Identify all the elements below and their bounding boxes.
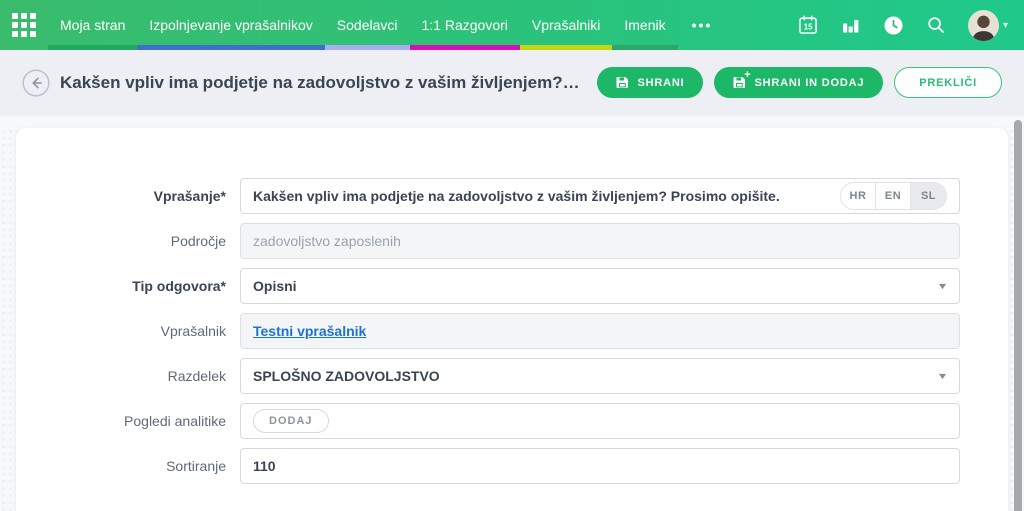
- section-value: SPLOŠNO ZADOVOLJSTVO: [253, 368, 440, 384]
- save-and-add-button-label: SHRANI IN DODAJ: [754, 76, 865, 89]
- question-value: Kakšen vpliv ima podjetje na zadovoljstv…: [253, 188, 780, 204]
- analytics-views-field: DODAJ: [240, 403, 960, 439]
- answer-type-select[interactable]: Opisni ▼: [240, 268, 960, 304]
- section-label: Razdelek: [167, 368, 226, 384]
- save-button-label: SHRANI: [637, 76, 685, 89]
- form-row-sorting: Sortiranje: [16, 448, 1008, 484]
- page-title: Kakšen vpliv ima podjetje na zadovoljstv…: [60, 72, 597, 92]
- answer-type-label: Tip odgovora*: [132, 278, 226, 294]
- question-form-card: Vprašanje* Kakšen vpliv ima podjetje na …: [16, 128, 1008, 511]
- chevron-down-icon: ▾: [1002, 19, 1008, 31]
- nav-item-sodelavci[interactable]: Sodelavci: [324, 0, 410, 50]
- dropdown-caret-icon: ▼: [936, 281, 949, 291]
- questionnaire-field: Testni vprašalnik: [240, 313, 960, 349]
- grid-icon: [12, 13, 36, 37]
- area-label: Področje: [170, 233, 226, 249]
- cancel-button[interactable]: PREKLIČI: [894, 67, 1002, 98]
- nav-more-menu[interactable]: •••: [678, 0, 727, 50]
- section-select[interactable]: SPLOŠNO ZADOVOLJSTVO ▼: [240, 358, 960, 394]
- header-buttons: SHRANI + SHRANI IN DODAJ PREKLIČI: [597, 67, 1002, 98]
- back-button[interactable]: [22, 68, 50, 97]
- nav-item-label: Moja stran: [60, 17, 126, 33]
- dropdown-caret-icon: ▼: [936, 371, 949, 381]
- sorting-input[interactable]: [253, 458, 947, 474]
- vertical-scrollbar[interactable]: [1014, 120, 1022, 511]
- form-row-question: Vprašanje* Kakšen vpliv ima podjetje na …: [16, 178, 1008, 214]
- nav-item-moja-stran[interactable]: Moja stran: [48, 0, 138, 50]
- top-navigation: Moja stran Izpolnjevanje vprašalnikov So…: [0, 0, 1024, 50]
- page-background: Vprašanje* Kakšen vpliv ima podjetje na …: [0, 128, 1024, 511]
- questionnaire-link[interactable]: Testni vprašalnik: [253, 323, 366, 339]
- form-row-answer-type: Tip odgovora* Opisni ▼: [16, 268, 1008, 304]
- form-row-section: Razdelek SPLOŠNO ZADOVOLJSTVO ▼: [16, 358, 1008, 394]
- page-header: Kakšen vpliv ima podjetje na zadovoljstv…: [0, 50, 1024, 115]
- add-analytics-view-button[interactable]: DODAJ: [253, 409, 329, 433]
- nav-item-label: Vprašalniki: [531, 17, 601, 33]
- nav-item-label: Sodelavci: [336, 17, 398, 33]
- area-field: [240, 223, 960, 259]
- nav-item-label: Izpolnjevanje vprašalnikov: [149, 17, 313, 33]
- nav-item-imenik[interactable]: Imenik: [612, 0, 678, 50]
- bar-chart-icon[interactable]: [841, 16, 860, 35]
- lang-tab-en[interactable]: EN: [876, 183, 911, 209]
- nav-item-razgovori[interactable]: 1:1 Razgovori: [409, 0, 520, 50]
- lang-tab-hr[interactable]: HR: [841, 183, 876, 209]
- nav-right-icons: 15 ▾: [798, 0, 1024, 50]
- save-button[interactable]: SHRANI: [597, 67, 704, 98]
- save-and-add-button[interactable]: + SHRANI IN DODAJ: [714, 67, 884, 98]
- form-row-questionnaire: Vprašalnik Testni vprašalnik: [16, 313, 1008, 349]
- nav-items: Moja stran Izpolnjevanje vprašalnikov So…: [48, 0, 726, 50]
- clock-icon[interactable]: [883, 15, 904, 36]
- area-input: [253, 233, 947, 249]
- nav-item-izpolnjevanje-vprasalnikov[interactable]: Izpolnjevanje vprašalnikov: [137, 0, 325, 50]
- calendar-icon[interactable]: 15: [798, 15, 818, 35]
- sorting-field[interactable]: [240, 448, 960, 484]
- user-avatar: [967, 9, 999, 41]
- cancel-button-label: PREKLIČI: [919, 76, 977, 89]
- sorting-label: Sortiranje: [166, 458, 226, 474]
- save-plus-icon: +: [733, 69, 751, 89]
- language-switch: HR EN SL: [840, 182, 947, 210]
- nav-item-vprasalniki[interactable]: Vprašalniki: [519, 0, 613, 50]
- form-row-analytics-views: Pogledi analitike DODAJ: [16, 403, 1008, 439]
- more-icon: •••: [691, 17, 713, 33]
- nav-item-label: 1:1 Razgovori: [421, 17, 508, 33]
- question-input[interactable]: Kakšen vpliv ima podjetje na zadovoljstv…: [240, 178, 960, 214]
- user-menu[interactable]: ▾: [967, 9, 1008, 41]
- app-grid-button[interactable]: [0, 0, 48, 50]
- analytics-views-label: Pogledi analitike: [124, 413, 226, 429]
- save-icon: [616, 76, 629, 89]
- form-row-area: Področje: [16, 223, 1008, 259]
- questionnaire-label: Vprašalnik: [160, 323, 226, 339]
- nav-item-label: Imenik: [624, 17, 666, 33]
- answer-type-value: Opisni: [253, 278, 297, 294]
- calendar-day-number: 15: [804, 22, 813, 31]
- lang-tab-sl[interactable]: SL: [911, 183, 946, 209]
- question-label: Vprašanje*: [153, 188, 226, 204]
- search-icon[interactable]: [927, 16, 945, 34]
